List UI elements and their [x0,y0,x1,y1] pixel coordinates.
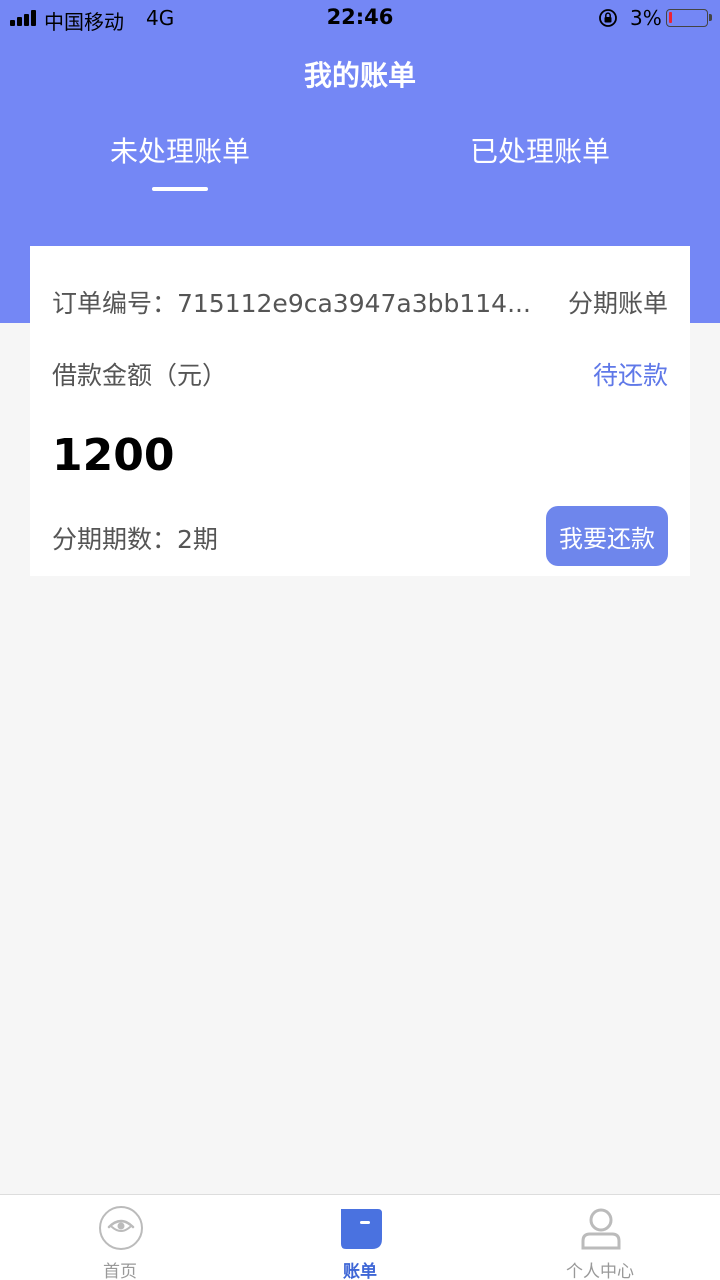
bottom-nav: 首页 账单 个人中心 [0,1194,720,1280]
battery-icon [666,9,712,27]
bill-screen: 中国移动 4G 22:46 3% 我的账单 未处理账单 已处理账单 订单编号：7… [0,0,720,1280]
status-bar: 中国移动 4G 22:46 3% [0,0,720,36]
amount-row: 借款金额（元） 待还款 [52,356,668,392]
order-type: 分期账单 [567,289,668,318]
tab-unprocessed-bills[interactable]: 未处理账单 [0,130,360,170]
loan-amount: 1200 [52,430,175,481]
bill-icon [341,1209,382,1249]
order-row: 订单编号：715112e9ca3947a3bb114... 分期账单 [52,284,668,320]
repay-button[interactable]: 我要还款 [546,506,668,566]
user-icon [581,1208,621,1250]
bill-status: 待还款 [592,361,668,390]
nav-bill-label: 账单 [343,1262,377,1280]
bill-card[interactable]: 订单编号：715112e9ca3947a3bb114... 分期账单 借款金额（… [30,246,690,576]
battery-percent: 3% [630,6,662,30]
order-number: 订单编号：715112e9ca3947a3bb114... [52,289,531,318]
nav-home-label: 首页 [103,1262,137,1280]
nav-home[interactable]: 首页 [0,1195,240,1280]
nav-profile[interactable]: 个人中心 [480,1195,720,1280]
battery-level [669,12,672,23]
home-eye-icon [99,1206,143,1250]
active-tab-indicator [152,187,208,191]
nav-profile-label: 个人中心 [566,1262,634,1280]
nav-bill[interactable]: 账单 [240,1195,480,1280]
tab-processed-bills[interactable]: 已处理账单 [360,130,720,170]
amount-label: 借款金额（元） [52,361,228,390]
orientation-lock-icon [599,9,617,27]
page-title: 我的账单 [303,59,416,92]
